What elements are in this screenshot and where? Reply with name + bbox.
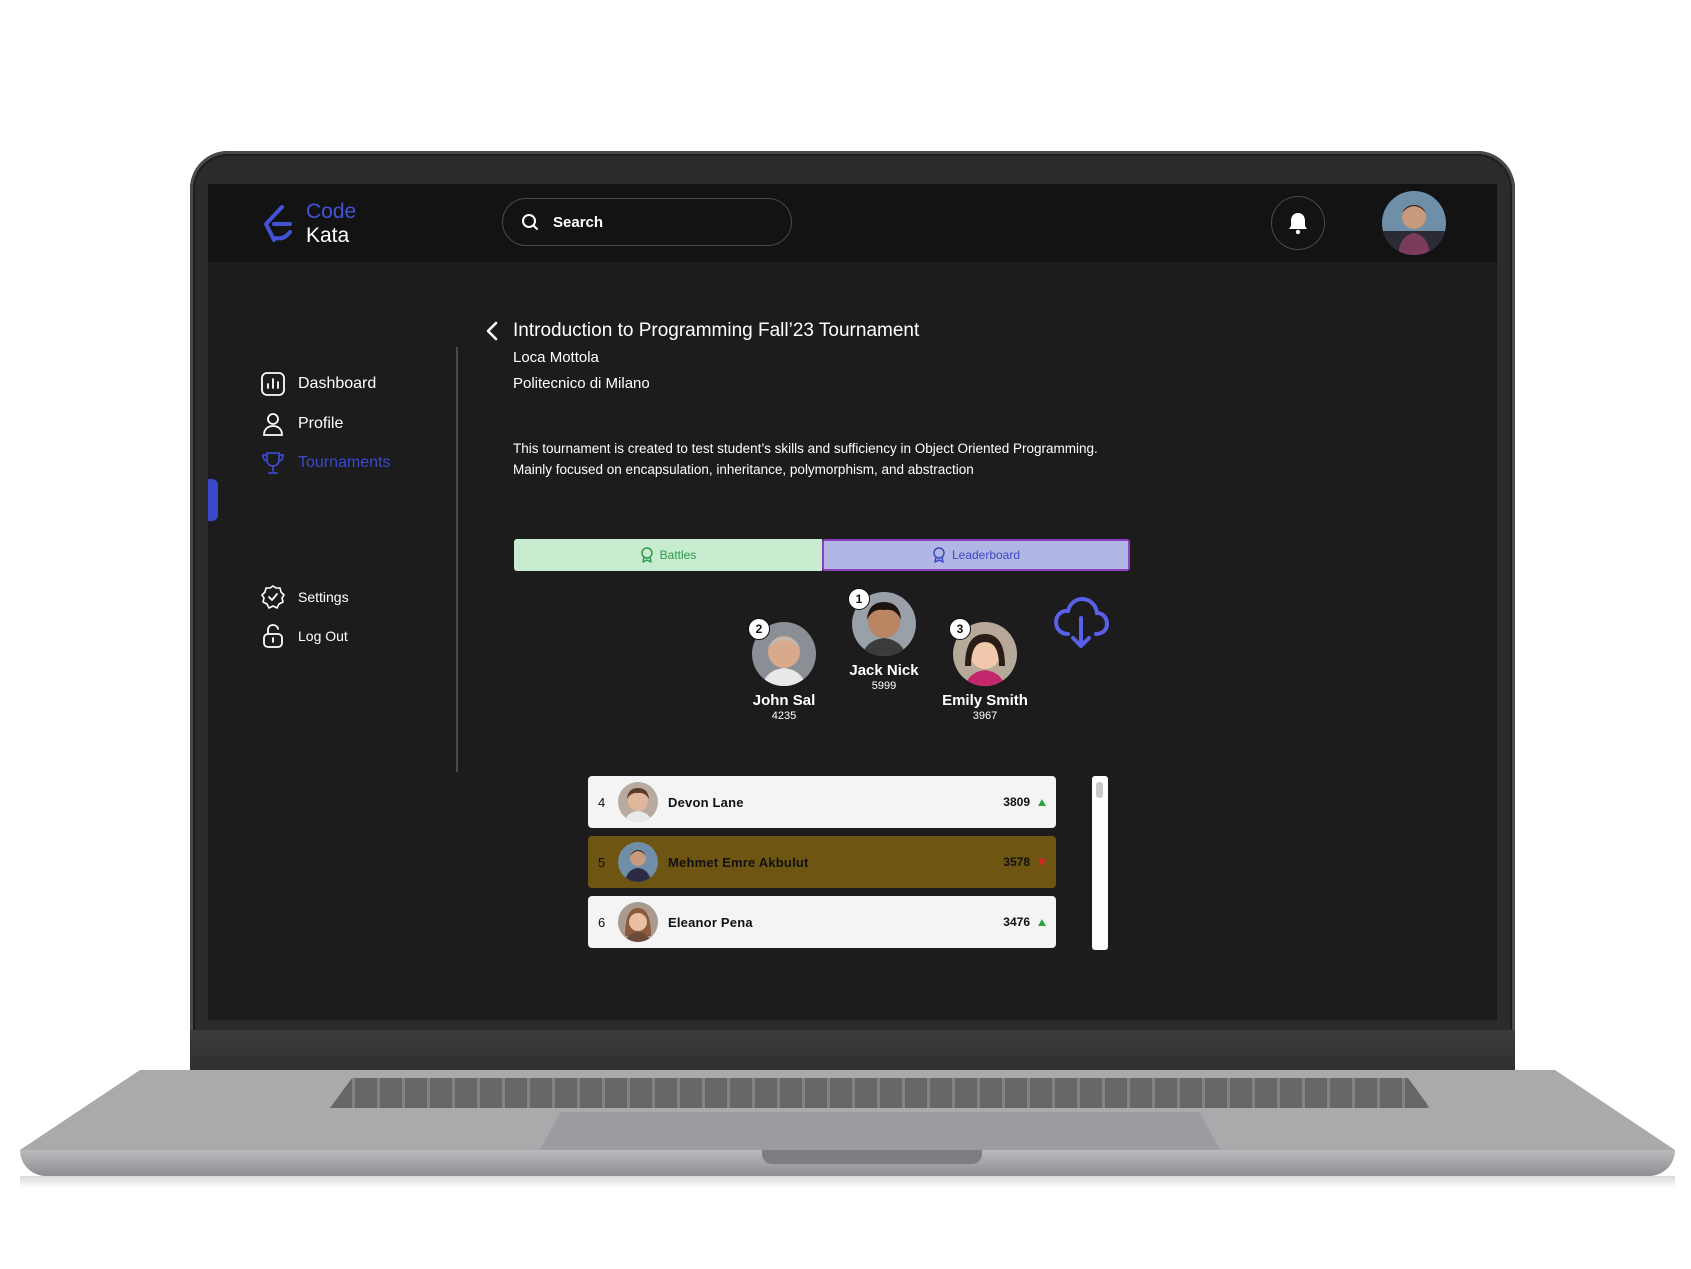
sidebar-item-settings[interactable]: Settings bbox=[260, 584, 349, 610]
sidebar-item-label: Profile bbox=[298, 415, 344, 432]
laptop-base bbox=[20, 1070, 1675, 1190]
row-name: Eleanor Pena bbox=[668, 914, 753, 930]
sidebar-item-label: Dashboard bbox=[298, 375, 377, 392]
row-rank: 5 bbox=[598, 854, 606, 870]
laptop-shadow bbox=[20, 1176, 1675, 1188]
player-photo bbox=[618, 902, 658, 942]
laptop-lid-notch bbox=[762, 1150, 982, 1164]
brand-logo[interactable]: Code Kata bbox=[260, 200, 356, 248]
back-chevron-icon[interactable] bbox=[485, 321, 499, 341]
trend-down-icon bbox=[1038, 858, 1046, 866]
description-line: Mainly focused on encapsulation, inherit… bbox=[513, 462, 974, 477]
keyboard bbox=[330, 1078, 1430, 1108]
brand-name-line2: Kata bbox=[306, 224, 350, 247]
avatar bbox=[618, 902, 658, 942]
code-kata-logo-icon bbox=[264, 205, 292, 242]
laptop-bezel-chin bbox=[190, 1030, 1515, 1074]
leaderboard-row[interactable]: 6 Eleanor Pena 3476 bbox=[588, 896, 1056, 948]
tournament-header: Introduction to Programming Fall’23 Tour… bbox=[485, 320, 919, 342]
sidebar-item-profile[interactable]: Profile bbox=[260, 411, 343, 437]
tab-label: Leaderboard bbox=[951, 548, 1021, 562]
user-avatar[interactable] bbox=[1382, 191, 1446, 255]
tab-label: Battles bbox=[659, 548, 697, 562]
trend-up-icon bbox=[1038, 918, 1046, 926]
settings-badge-icon bbox=[261, 585, 285, 609]
search-icon bbox=[522, 214, 538, 230]
player-score: 3967 bbox=[972, 710, 998, 722]
unlock-icon bbox=[263, 624, 283, 648]
tournament-description: This tournament is created to test stude… bbox=[513, 438, 1103, 480]
app-screen: Code Kata Search Dashboard Profile Tourn… bbox=[208, 184, 1497, 1020]
podium-third[interactable]: 3 Emily Smith 3967 bbox=[920, 618, 1050, 722]
player-photo bbox=[618, 842, 658, 882]
trophy-icon bbox=[262, 452, 284, 474]
sidebar-item-label: Log Out bbox=[298, 628, 348, 644]
cloud-download-icon[interactable] bbox=[1052, 594, 1110, 652]
user-avatar-image bbox=[1382, 191, 1446, 255]
avatar bbox=[618, 842, 658, 882]
row-score: 3809 bbox=[1003, 795, 1030, 809]
avatar bbox=[618, 782, 658, 822]
sidebar-item-label: Settings bbox=[298, 589, 349, 605]
top-bar: Code Kata Search bbox=[208, 184, 1497, 262]
award-icon bbox=[640, 547, 653, 563]
row-name: Devon Lane bbox=[668, 794, 744, 810]
brand-name-line1: Code bbox=[306, 200, 357, 223]
search-input[interactable]: Search bbox=[502, 198, 792, 246]
bar-chart-icon bbox=[261, 372, 285, 396]
user-icon bbox=[263, 413, 283, 436]
tournament-title: Introduction to Programming Fall’23 Tour… bbox=[513, 320, 920, 341]
tournament-organizer: Loca Mottola bbox=[513, 349, 599, 366]
search-placeholder: Search bbox=[553, 213, 604, 231]
bell-icon bbox=[1289, 213, 1307, 235]
sidebar-item-dashboard[interactable]: Dashboard bbox=[260, 371, 376, 397]
player-name: Emily Smith bbox=[942, 692, 1028, 709]
trend-up-icon bbox=[1038, 798, 1046, 806]
rank-badge: 2 bbox=[748, 618, 770, 640]
row-score: 3578 bbox=[1003, 855, 1030, 869]
row-name: Mehmet Emre Akbulut bbox=[668, 854, 809, 870]
row-rank: 4 bbox=[598, 794, 606, 810]
tab-leaderboard[interactable]: Leaderboard bbox=[822, 539, 1130, 571]
leaderboard-row[interactable]: 4 Devon Lane 3809 bbox=[588, 776, 1056, 828]
tournament-tabs: Battles Leaderboard bbox=[514, 539, 1130, 571]
award-icon bbox=[933, 547, 945, 563]
sidebar-divider bbox=[456, 347, 458, 772]
player-score: 4235 bbox=[771, 710, 797, 722]
tournament-institution: Politecnico di Milano bbox=[513, 375, 650, 392]
scrollbar-thumb[interactable] bbox=[1096, 782, 1103, 798]
row-rank: 6 bbox=[598, 914, 606, 930]
rank-badge: 3 bbox=[949, 618, 971, 640]
player-name: John Sal bbox=[752, 692, 816, 709]
leaderboard-scrollbar[interactable] bbox=[1092, 776, 1108, 950]
notifications-button[interactable] bbox=[1271, 196, 1325, 250]
sidebar-item-logout[interactable]: Log Out bbox=[260, 623, 348, 649]
leaderboard-row-current-user[interactable]: 5 Mehmet Emre Akbulut 3578 bbox=[588, 836, 1056, 888]
sidebar-item-tournaments[interactable]: Tournaments bbox=[260, 450, 391, 476]
player-photo bbox=[618, 782, 658, 822]
rank-badge: 1 bbox=[848, 588, 870, 610]
leaderboard-list: 4 Devon Lane 3809 5 Mehmet Emre Akbulut … bbox=[588, 776, 1056, 956]
trackpad bbox=[540, 1112, 1220, 1150]
tab-battles[interactable]: Battles bbox=[514, 539, 822, 571]
sidebar-item-label: Tournaments bbox=[298, 454, 391, 471]
description-line: This tournament is created to test stude… bbox=[513, 441, 1098, 456]
row-score: 3476 bbox=[1003, 915, 1030, 929]
active-nav-indicator bbox=[208, 479, 218, 521]
